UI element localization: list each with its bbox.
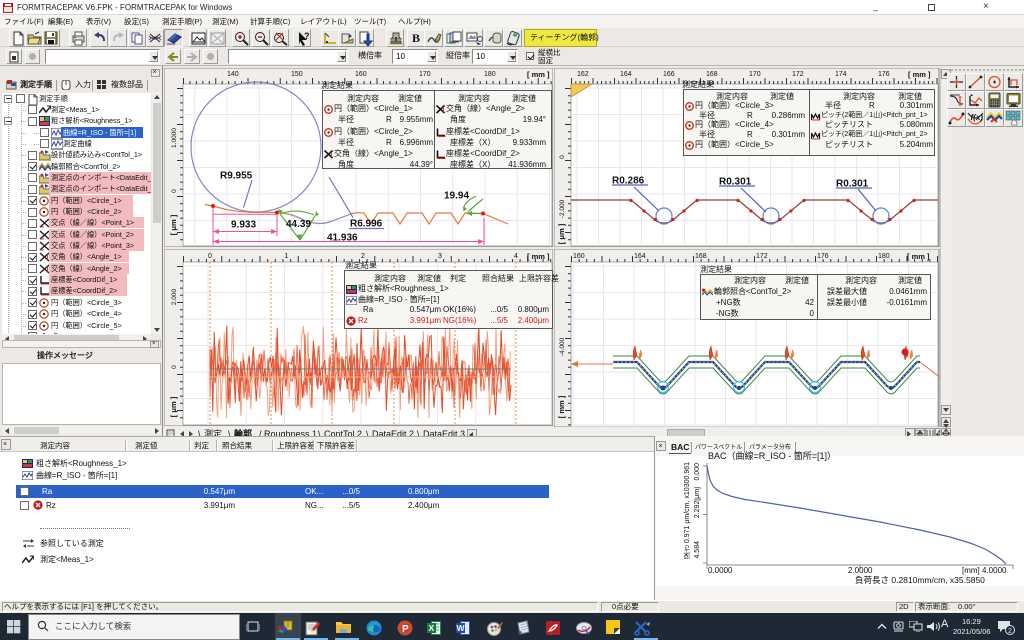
svg-text:W: W	[457, 623, 466, 633]
svg-text:168: 168	[706, 71, 718, 78]
svg-text:-2.000: -2.000	[559, 199, 566, 218]
svg-text:0: 0	[559, 155, 566, 159]
svg-text:180: 180	[484, 71, 496, 78]
svg-text:176: 176	[878, 71, 890, 78]
svg-text:166: 166	[663, 71, 675, 78]
svg-text:[ μm ]: [ μm ]	[557, 223, 566, 244]
svg-text:?: ?	[304, 31, 310, 41]
svg-text:[ μm ]: [ μm ]	[169, 396, 178, 417]
svg-text:150: 150	[291, 71, 303, 78]
svg-text:[ mm ]: [ mm ]	[527, 70, 550, 79]
svg-text:-4.000: -4.000	[559, 337, 566, 356]
svg-text:164: 164	[620, 71, 632, 78]
svg-text:[ μm ]: [ μm ]	[169, 214, 178, 235]
svg-text:1.0000: 1.0000	[171, 128, 178, 148]
svg-text:172: 172	[792, 71, 804, 78]
svg-text:[ mm ]: [ mm ]	[907, 252, 930, 261]
svg-text:41.936: 41.936	[327, 233, 358, 244]
svg-text:170: 170	[419, 71, 431, 78]
svg-text:2: 2	[361, 253, 365, 260]
svg-text:[ mm ]: [ mm ]	[527, 252, 550, 261]
svg-text:R0.286: R0.286	[612, 176, 645, 187]
svg-text:19.94: 19.94	[444, 191, 469, 202]
svg-text:2.000: 2.000	[171, 288, 178, 305]
svg-text:170: 170	[749, 71, 761, 78]
svg-text:[ mm ]: [ mm ]	[908, 70, 931, 79]
svg-text:176: 176	[817, 253, 829, 260]
svg-text:R6.996: R6.996	[350, 219, 383, 230]
svg-text:R9.955: R9.955	[220, 171, 253, 182]
svg-text:X: X	[429, 623, 435, 633]
svg-text:1: 1	[285, 253, 289, 260]
svg-text:160: 160	[573, 253, 585, 260]
svg-text:0: 0	[208, 253, 212, 260]
svg-text:P: P	[402, 624, 409, 635]
svg-text:R0.301: R0.301	[836, 179, 869, 190]
svg-text:R0.301: R0.301	[719, 177, 752, 188]
svg-text:44.39: 44.39	[286, 219, 311, 230]
svg-text:174: 174	[835, 71, 847, 78]
svg-text:4: 4	[514, 253, 518, 260]
svg-text:140: 140	[227, 71, 239, 78]
svg-text:172: 172	[756, 253, 768, 260]
svg-text:0: 0	[171, 365, 178, 369]
svg-text:[ mm ]: [ mm ]	[557, 395, 566, 418]
svg-text:168: 168	[695, 253, 707, 260]
svg-text:9.933: 9.933	[231, 220, 256, 231]
svg-text:2: 2	[1008, 628, 1012, 635]
svg-text:f(x): f(x)	[971, 113, 984, 122]
svg-text:162: 162	[577, 71, 589, 78]
svg-text:164: 164	[634, 253, 646, 260]
svg-text:160: 160	[355, 71, 367, 78]
svg-text:3: 3	[438, 253, 442, 260]
svg-text:0: 0	[171, 189, 178, 193]
svg-text:180: 180	[878, 253, 890, 260]
